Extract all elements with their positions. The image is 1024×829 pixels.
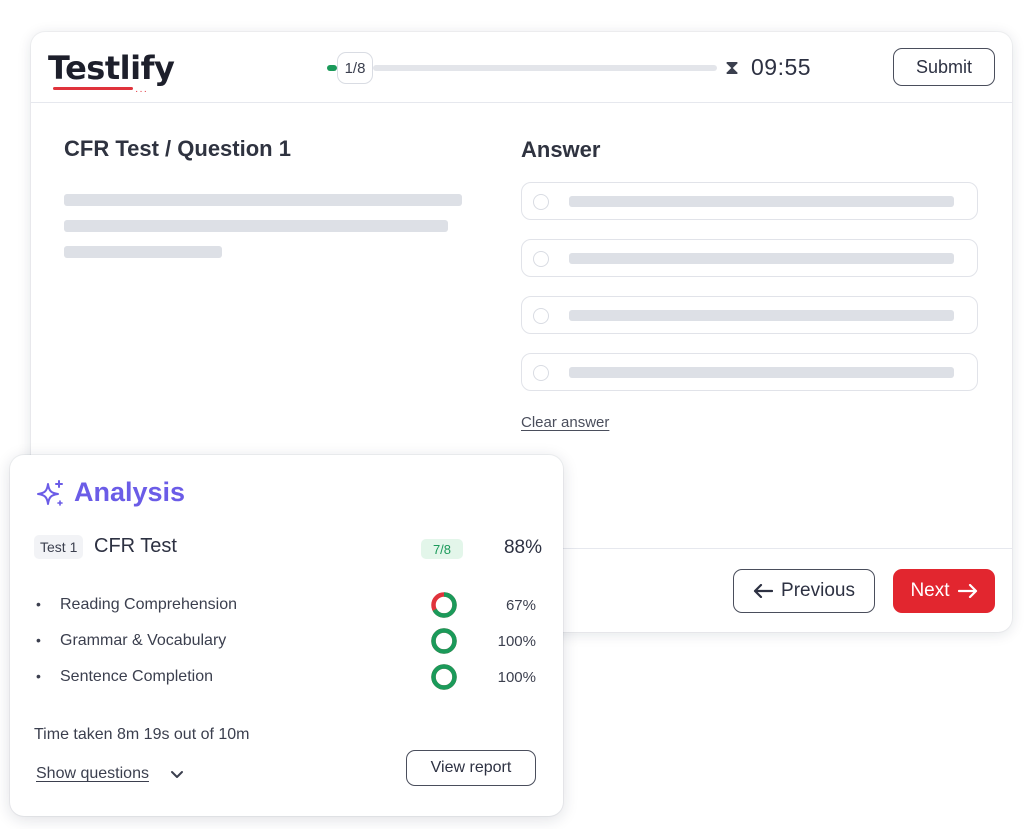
time-taken: Time taken 8m 19s out of 10m (34, 726, 250, 743)
clear-answer-link[interactable]: Clear answer (521, 414, 609, 431)
radio-button[interactable] (533, 365, 549, 381)
bullet: • (36, 668, 41, 684)
bullet: • (36, 632, 41, 648)
timer: 09:55 (751, 54, 812, 80)
answer-option[interactable] (521, 239, 978, 277)
radio-button[interactable] (533, 194, 549, 210)
progress-bar (373, 65, 717, 71)
logo: Testlify (48, 49, 175, 87)
score-ring (431, 592, 457, 618)
arrow-right-icon (957, 584, 977, 598)
answer-option[interactable] (521, 353, 978, 391)
arrow-left-icon (753, 584, 774, 598)
ring-score (431, 628, 457, 654)
score-ring (431, 664, 457, 690)
view-report-button[interactable]: View report (406, 750, 536, 786)
question-text-placeholder (64, 246, 222, 258)
answer-option[interactable] (521, 296, 978, 334)
section-name: Sentence Completion (60, 668, 213, 685)
option-text-placeholder (569, 367, 954, 378)
top-bar: Testlify ··· 1/8 ⧗ 09:55 Submit (31, 32, 1012, 103)
hourglass-icon: ⧗ (725, 57, 740, 79)
score-badge: 7/8 (421, 539, 463, 559)
option-text-placeholder (569, 253, 954, 264)
score-ring (431, 628, 457, 654)
section-percentage: 100% (497, 633, 536, 650)
question-text-placeholder (64, 220, 448, 232)
next-label: Next (910, 580, 950, 601)
section-percentage: 67% (505, 597, 536, 614)
submit-button[interactable]: Submit (893, 48, 995, 86)
analysis-card: Analysis Test 1 CFR Test 7/8 88% • Readi… (10, 455, 563, 816)
progress-indicator: 1/8 (337, 52, 373, 84)
section-percentage: 100% (497, 669, 536, 686)
section-name: Grammar & Vocabulary (60, 632, 227, 649)
analysis-title: Analysis (74, 477, 186, 507)
question-title: CFR Test / Question 1 (64, 136, 291, 161)
show-questions-link[interactable]: Show questions (36, 765, 149, 783)
test-tag: Test 1 (34, 535, 84, 559)
logo-underline (53, 87, 133, 90)
test-name: CFR Test (94, 535, 177, 557)
sparkle-icon (37, 480, 63, 506)
previous-button[interactable]: Previous (733, 569, 875, 613)
previous-label: Previous (781, 580, 855, 601)
option-text-placeholder (569, 196, 954, 207)
option-text-placeholder (569, 310, 954, 321)
answer-option[interactable] (521, 182, 978, 220)
section-row: • Sentence Completion 100% (34, 663, 544, 691)
question-text-placeholder (64, 194, 462, 206)
chevron-down-icon[interactable] (170, 770, 184, 780)
score-percentage: 88% (503, 537, 542, 558)
bullet: • (36, 596, 41, 612)
next-button[interactable]: Next (893, 569, 995, 613)
radio-button[interactable] (533, 251, 549, 267)
answer-title: Answer (521, 137, 601, 162)
logo-dots: ··· (135, 86, 148, 97)
section-name: Reading Comprehension (60, 596, 237, 613)
progress-start-dot (327, 65, 337, 71)
section-row: • Grammar & Vocabulary 100% (34, 627, 544, 655)
section-row: • Reading Comprehension 67% (34, 591, 544, 619)
ring-score (431, 664, 457, 690)
radio-button[interactable] (533, 308, 549, 324)
